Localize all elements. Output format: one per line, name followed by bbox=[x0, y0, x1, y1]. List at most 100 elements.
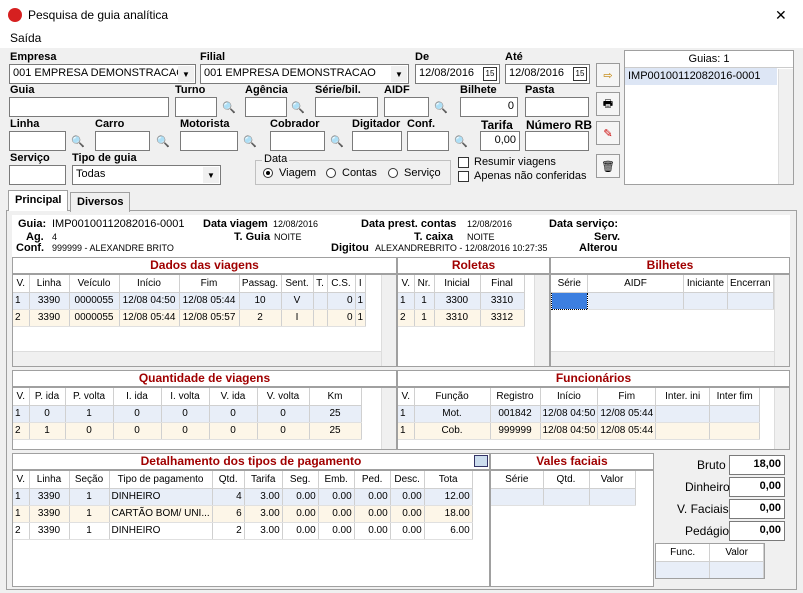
menu-saida[interactable]: Saída bbox=[10, 31, 41, 45]
col-header[interactable]: AIDF bbox=[587, 275, 684, 293]
delete-button[interactable]: 🗑 bbox=[596, 154, 620, 178]
col-header[interactable]: Seção bbox=[69, 471, 110, 489]
binoculars-icon[interactable]: 🔍 bbox=[155, 133, 171, 149]
vertical-scrollbar[interactable] bbox=[534, 275, 549, 366]
col-header[interactable]: Tipo de pagamento bbox=[109, 471, 213, 489]
col-header[interactable]: Sent. bbox=[281, 275, 314, 293]
col-header[interactable]: V. volta bbox=[257, 388, 310, 406]
table-row[interactable]: 2 3390 0000055 12/08 05:44 12/08 05:57 2 I 0 1 bbox=[13, 309, 367, 327]
table-row[interactable]: 1 Mot. 001842 12/08 04:50 12/08 05:44 bbox=[398, 405, 761, 423]
table-row[interactable]: 1 3390 0000055 12/08 04:50 12/08 05:44 10 V 0 1 bbox=[13, 292, 367, 310]
nao-conferidas-checkbox[interactable] bbox=[458, 171, 469, 182]
radio-contas[interactable] bbox=[326, 168, 336, 178]
calendar-icon[interactable]: 15 bbox=[483, 67, 497, 81]
col-header[interactable]: Linha bbox=[29, 275, 70, 293]
col-header[interactable]: Tarifa bbox=[244, 471, 283, 489]
col-header[interactable]: P. ida bbox=[29, 388, 66, 406]
binoculars-icon[interactable]: 🔍 bbox=[221, 99, 237, 115]
table-row[interactable] bbox=[656, 561, 764, 578]
empresa-select[interactable]: 001 EMPRESA DEMONSTRACAO ▼ bbox=[9, 64, 196, 84]
vertical-scrollbar[interactable] bbox=[381, 275, 396, 366]
col-header[interactable]: Início bbox=[540, 388, 599, 406]
detail-icon[interactable] bbox=[474, 455, 488, 467]
aidf-input[interactable] bbox=[384, 97, 429, 117]
cobrador-input[interactable] bbox=[270, 131, 325, 151]
col-header[interactable]: V. bbox=[398, 275, 415, 293]
tab-principal[interactable]: Principal bbox=[8, 190, 69, 211]
table-row[interactable] bbox=[491, 488, 636, 506]
guias-scrollbar[interactable] bbox=[778, 69, 793, 184]
col-header[interactable]: C.S. bbox=[327, 275, 356, 293]
col-header[interactable]: Inter fim bbox=[709, 388, 761, 406]
col-header[interactable]: Série bbox=[491, 471, 544, 489]
col-header[interactable]: Tota bbox=[424, 471, 473, 489]
de-date-field[interactable]: 12/08/2016 15 bbox=[415, 64, 500, 84]
tarifa-input[interactable]: 0,00 bbox=[480, 131, 520, 151]
col-header[interactable]: Nr. bbox=[414, 275, 435, 293]
col-header[interactable]: V. bbox=[13, 471, 30, 489]
vertical-scrollbar[interactable] bbox=[381, 388, 396, 449]
search-guide-button[interactable]: ⇨ bbox=[596, 63, 620, 87]
chevron-down-icon[interactable]: ▼ bbox=[203, 167, 219, 183]
calendar-icon[interactable]: 15 bbox=[573, 67, 587, 81]
col-header[interactable]: V. bbox=[13, 388, 30, 406]
col-header[interactable]: Qtd. bbox=[543, 471, 590, 489]
linha-input[interactable] bbox=[9, 131, 66, 151]
bilhete-input[interactable]: 0 bbox=[460, 97, 518, 117]
col-header[interactable]: Iniciante bbox=[683, 275, 728, 293]
digitador-input[interactable] bbox=[352, 131, 402, 151]
col-header[interactable]: Veículo bbox=[69, 275, 120, 293]
col-header[interactable]: Início bbox=[119, 275, 180, 293]
binoculars-icon[interactable]: 🔍 bbox=[453, 133, 469, 149]
col-header[interactable]: Km bbox=[309, 388, 362, 406]
tab-diversos[interactable]: Diversos bbox=[70, 192, 131, 212]
table-row[interactable]: 2 1 0 0 0 0 0 25 bbox=[13, 422, 362, 440]
col-header[interactable]: P. volta bbox=[65, 388, 114, 406]
binoculars-icon[interactable]: 🔍 bbox=[242, 133, 258, 149]
vertical-scrollbar[interactable] bbox=[774, 275, 789, 366]
radio-viagem[interactable] bbox=[263, 168, 273, 178]
col-header[interactable]: Registro bbox=[490, 388, 541, 406]
chevron-down-icon[interactable]: ▼ bbox=[391, 66, 407, 82]
col-header[interactable]: Final bbox=[480, 275, 525, 293]
pasta-input[interactable] bbox=[525, 97, 589, 117]
servico-input[interactable] bbox=[9, 165, 66, 185]
radio-servico[interactable] bbox=[388, 168, 398, 178]
col-header[interactable]: Valor bbox=[589, 471, 636, 489]
table-row[interactable] bbox=[551, 291, 774, 310]
col-header[interactable]: Seg. bbox=[282, 471, 319, 489]
numero-rb-input[interactable] bbox=[525, 131, 589, 151]
col-header[interactable]: Emb. bbox=[318, 471, 355, 489]
table-row[interactable]: 2 3390 1 DINHEIRO 2 3.00 0.00 0.00 0.00 0.00 6.00 bbox=[13, 522, 473, 540]
col-header[interactable]: Inter. ini bbox=[655, 388, 711, 406]
agencia-input[interactable] bbox=[245, 97, 287, 117]
col-header[interactable]: Fim bbox=[179, 275, 240, 293]
col-header[interactable]: V. bbox=[13, 275, 30, 293]
guias-list-item[interactable]: IMP00100112082016-0001 bbox=[625, 68, 777, 85]
col-header[interactable]: I. volta bbox=[161, 388, 210, 406]
close-icon[interactable]: ✕ bbox=[775, 7, 787, 24]
chevron-down-icon[interactable]: ▼ bbox=[178, 66, 194, 82]
table-row[interactable]: 1 3390 1 CARTÃO BOM/ UNI... 6 3.00 0.00 0.00 0.0… bbox=[13, 505, 473, 523]
col-header[interactable]: I bbox=[355, 275, 367, 293]
col-header[interactable]: Valor bbox=[709, 544, 764, 562]
serie-input[interactable] bbox=[315, 97, 378, 117]
binoculars-icon[interactable]: 🔍 bbox=[433, 99, 449, 115]
col-header[interactable]: Fim bbox=[597, 388, 657, 406]
tipo-guia-select[interactable]: Todas ▼ bbox=[72, 165, 221, 185]
col-header[interactable]: T. bbox=[313, 275, 328, 293]
binoculars-icon[interactable]: 🔍 bbox=[290, 99, 306, 115]
col-header[interactable]: Série bbox=[551, 275, 588, 293]
edit-button[interactable]: ✎ bbox=[596, 121, 620, 145]
horizontal-scrollbar[interactable] bbox=[13, 351, 381, 366]
col-header[interactable]: Encerran bbox=[727, 275, 774, 293]
turno-input[interactable] bbox=[175, 97, 217, 117]
conf-input[interactable] bbox=[407, 131, 449, 151]
col-header[interactable]: Função bbox=[414, 388, 491, 406]
table-row[interactable]: 2 1 3310 3312 bbox=[398, 309, 525, 327]
table-row[interactable]: 1 Cob. 999999 12/08 04:50 12/08 05:44 bbox=[398, 422, 761, 440]
table-row[interactable]: 1 3390 1 DINHEIRO 4 3.00 0.00 0.00 0.00 0.00 12.00 bbox=[13, 488, 473, 506]
binoculars-icon[interactable]: 🔍 bbox=[329, 133, 345, 149]
ate-date-field[interactable]: 12/08/2016 15 bbox=[505, 64, 590, 84]
carro-input[interactable] bbox=[95, 131, 150, 151]
